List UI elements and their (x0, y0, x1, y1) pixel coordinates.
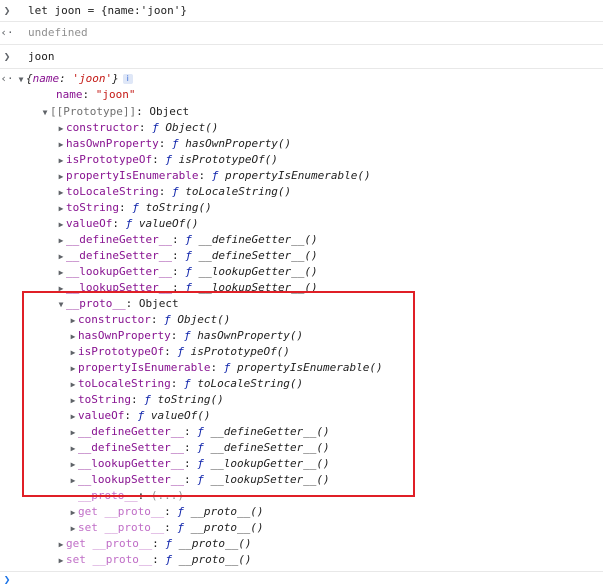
proto-method-row[interactable]: ▶ propertyIsEnumerable: ƒ propertyIsEnume… (0, 360, 603, 376)
proto-accessor-row[interactable]: __proto__: (...) (0, 488, 603, 504)
prototype-method-row[interactable]: ▶ propertyIsEnumerable: ƒ propertyIsEnume… (0, 168, 603, 184)
console-input-row[interactable]: ❯ joon (0, 49, 603, 65)
triangle-right-icon[interactable]: ▶ (56, 265, 66, 281)
triangle-right-icon[interactable]: ▶ (68, 329, 78, 345)
console-result-undefined: undefined (28, 26, 88, 39)
triangle-right-icon[interactable]: ▶ (56, 281, 66, 297)
prototype-getter-row[interactable]: ▶ get __proto__: ƒ __proto__() (0, 536, 603, 552)
prototype-method-row[interactable]: ▶ valueOf: ƒ valueOf() (0, 216, 603, 232)
triangle-right-icon[interactable]: ▶ (68, 361, 78, 377)
triangle-right-icon[interactable]: ▶ (56, 217, 66, 233)
proto-method-row[interactable]: ▶ toString: ƒ toString() (0, 392, 603, 408)
object-preview: {name: 'joon'} (26, 72, 119, 85)
triangle-right-icon[interactable]: ▶ (68, 505, 78, 521)
result-arrow-icon: ‹· (0, 72, 14, 85)
triangle-right-icon[interactable]: ▶ (68, 425, 78, 441)
triangle-right-icon[interactable]: ▶ (68, 521, 78, 537)
info-icon[interactable]: i (122, 74, 133, 84)
console-input-text: let joon = {name:'joon'} (28, 4, 187, 17)
prototype-method-row[interactable]: ▶ toLocaleString: ƒ toLocaleString() (0, 184, 603, 200)
triangle-right-icon[interactable]: ▶ (56, 233, 66, 249)
triangle-right-icon[interactable]: ▶ (56, 249, 66, 265)
triangle-right-icon[interactable]: ▶ (68, 377, 78, 393)
prototype-method-row[interactable]: ▶ __defineSetter__: ƒ __defineSetter__() (0, 248, 603, 264)
prototype-method-row[interactable]: ▶ constructor: ƒ Object() (0, 120, 603, 136)
triangle-right-icon[interactable]: ▶ (56, 137, 66, 153)
proto-getter-row[interactable]: ▶ get __proto__: ƒ __proto__() (0, 504, 603, 520)
console-input-text: joon (28, 50, 55, 63)
proto-method-row[interactable]: ▶ __defineGetter__: ƒ __defineGetter__() (0, 424, 603, 440)
proto-method-row[interactable]: ▶ toLocaleString: ƒ toLocaleString() (0, 376, 603, 392)
proto-method-row[interactable]: ▶ isPrototypeOf: ƒ isPrototypeOf() (0, 344, 603, 360)
property-name-row: name: "joon" (56, 88, 136, 101)
triangle-right-icon[interactable]: ▶ (68, 393, 78, 409)
console-input-row[interactable]: ❯ let joon = {name:'joon'} (0, 3, 603, 19)
prototype-method-row[interactable]: ▶ hasOwnProperty: ƒ hasOwnProperty() (0, 136, 603, 152)
triangle-right-icon[interactable]: ▶ (68, 409, 78, 425)
triangle-right-icon[interactable]: ▶ (56, 121, 66, 137)
triangle-right-icon[interactable]: ▶ (56, 201, 66, 217)
object-preview-row[interactable]: ‹· ▼ {name: 'joon'} i (0, 71, 603, 87)
prototype-method-row[interactable]: ▶ isPrototypeOf: ƒ isPrototypeOf() (0, 152, 603, 168)
triangle-right-icon[interactable]: ▶ (56, 185, 66, 201)
chevron-right-icon: ❯ (3, 4, 11, 17)
proto-method-row[interactable]: ▶ constructor: ƒ Object() (0, 312, 603, 328)
prototype-setter-row[interactable]: ▶ set __proto__: ƒ __proto__() (0, 552, 603, 568)
proto-method-row[interactable]: ▶ __defineSetter__: ƒ __defineSetter__() (0, 440, 603, 456)
divider (0, 68, 603, 69)
prototype-method-row[interactable]: ▶ __defineGetter__: ƒ __defineGetter__() (0, 232, 603, 248)
triangle-right-icon[interactable]: ▶ (68, 473, 78, 489)
prototype-method-row[interactable]: ▶ __lookupGetter__: ƒ __lookupGetter__() (0, 264, 603, 280)
triangle-right-icon[interactable]: ▶ (56, 153, 66, 169)
triangle-right-icon[interactable]: ▶ (56, 553, 66, 569)
result-arrow-icon: ‹· (0, 26, 14, 39)
proto-method-row[interactable]: ▶ __lookupGetter__: ƒ __lookupGetter__() (0, 456, 603, 472)
triangle-right-icon[interactable]: ▶ (56, 169, 66, 185)
proto-row[interactable]: ▼ __proto__: Object (0, 296, 603, 312)
console-result-row: ‹· undefined (0, 25, 603, 41)
prototype-method-row[interactable]: ▶ toString: ƒ toString() (0, 200, 603, 216)
chevron-right-icon: ❯ (3, 573, 11, 586)
prototype-row[interactable]: ▼ [[Prototype]]: Object (0, 104, 603, 120)
triangle-right-icon[interactable]: ▶ (68, 313, 78, 329)
triangle-down-icon[interactable]: ▼ (40, 105, 50, 121)
triangle-right-icon[interactable]: ▶ (68, 441, 78, 457)
triangle-down-icon[interactable]: ▼ (16, 72, 26, 88)
triangle-right-icon[interactable]: ▶ (68, 345, 78, 361)
console-prompt-row[interactable]: ❯ (0, 572, 603, 588)
divider (0, 21, 603, 22)
proto-method-row[interactable]: ▶ valueOf: ƒ valueOf() (0, 408, 603, 424)
proto-setter-row[interactable]: ▶ set __proto__: ƒ __proto__() (0, 520, 603, 536)
triangle-right-icon[interactable]: ▶ (56, 537, 66, 553)
prototype-method-row[interactable]: ▶ __lookupSetter__: ƒ __lookupSetter__() (0, 280, 603, 296)
divider (0, 44, 603, 45)
triangle-down-icon[interactable]: ▼ (56, 297, 66, 313)
proto-method-row[interactable]: ▶ __lookupSetter__: ƒ __lookupSetter__() (0, 472, 603, 488)
proto-method-row[interactable]: ▶ hasOwnProperty: ƒ hasOwnProperty() (0, 328, 603, 344)
chevron-right-icon: ❯ (3, 50, 11, 63)
triangle-right-icon[interactable]: ▶ (68, 457, 78, 473)
